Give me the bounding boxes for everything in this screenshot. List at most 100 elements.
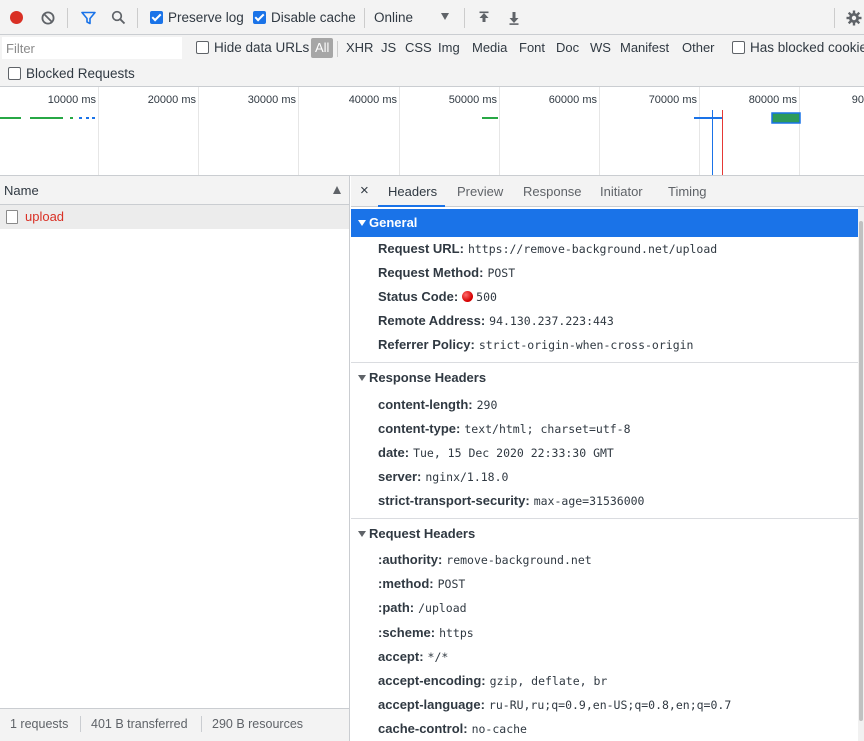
header-row: :authority: remove-background.net bbox=[378, 550, 592, 570]
header-name: Request URL: bbox=[378, 241, 464, 256]
tab-headers[interactable]: Headers bbox=[388, 176, 437, 207]
hide-data-urls-check-icon bbox=[196, 41, 209, 54]
tab-response[interactable]: Response bbox=[523, 176, 582, 207]
filter-toggle-button[interactable] bbox=[76, 0, 100, 35]
blocked-requests-label: Blocked Requests bbox=[26, 65, 135, 81]
header-value: remove-background.net bbox=[446, 553, 592, 567]
filter-separator bbox=[337, 41, 338, 57]
record-button[interactable] bbox=[4, 0, 28, 35]
request-count: 1 requests bbox=[10, 717, 69, 731]
header-row: content-length: 290 bbox=[378, 395, 497, 415]
header-value: */* bbox=[427, 650, 449, 664]
header-value: POST bbox=[487, 266, 516, 280]
timeline-overview[interactable]: 10000 ms 20000 ms 30000 ms 40000 ms 5000… bbox=[0, 87, 864, 176]
request-list-header: Name bbox=[0, 176, 349, 205]
close-details-icon[interactable]: × bbox=[360, 176, 369, 206]
header-name: strict-transport-security: bbox=[378, 493, 530, 508]
header-value: /upload bbox=[418, 601, 467, 615]
blocked-requests-checkbox[interactable]: Blocked Requests bbox=[8, 56, 135, 90]
toolbar-separator bbox=[464, 8, 465, 28]
request-headers-section-header[interactable]: Request Headers bbox=[351, 520, 858, 548]
hide-data-urls-label: Hide data URLs bbox=[214, 40, 310, 55]
tab-initiator[interactable]: Initiator bbox=[600, 176, 643, 207]
timeline-tick-label: 60000 ms bbox=[549, 94, 598, 106]
export-har-button[interactable] bbox=[502, 0, 526, 35]
header-row: :scheme: https bbox=[378, 623, 474, 643]
sort-ascending-icon[interactable] bbox=[333, 186, 341, 194]
has-blocked-cookies-checkbox[interactable]: Has blocked cookies bbox=[732, 30, 864, 65]
filter-type-ws[interactable]: WS bbox=[590, 39, 611, 57]
details-tab-strip: × Headers Preview Response Initiator Tim… bbox=[351, 176, 864, 207]
disable-cache-label: Disable cache bbox=[271, 10, 356, 25]
header-name: Referrer Policy: bbox=[378, 337, 475, 352]
timeline-tick-label: 70000 ms bbox=[649, 94, 698, 106]
header-row: strict-transport-security: max-age=315360… bbox=[378, 491, 644, 511]
request-name: upload bbox=[25, 209, 65, 224]
details-scrollbar[interactable] bbox=[858, 207, 864, 741]
header-row: Status Code: 500 bbox=[378, 287, 497, 307]
filter-type-img[interactable]: Img bbox=[438, 39, 460, 57]
status-separator bbox=[201, 716, 202, 732]
filter-bar: Hide data URLs All XHR JS CSS Img Media … bbox=[0, 35, 864, 87]
header-name: Status Code: bbox=[378, 289, 459, 304]
timeline-tick-label: 80000 ms bbox=[749, 94, 798, 106]
filter-type-media[interactable]: Media bbox=[472, 39, 507, 57]
filter-type-css[interactable]: CSS bbox=[405, 39, 432, 57]
response-headers-section-header[interactable]: Response Headers bbox=[351, 364, 858, 392]
filter-type-manifest[interactable]: Manifest bbox=[620, 39, 669, 57]
tab-timing[interactable]: Timing bbox=[668, 176, 707, 207]
record-icon bbox=[9, 11, 23, 24]
timeline-overview-graph: 10000 ms 20000 ms 30000 ms 40000 ms 5000… bbox=[0, 87, 864, 175]
toolbar-separator bbox=[834, 8, 835, 28]
header-row: cache-control: no-cache bbox=[378, 719, 527, 739]
header-row: accept: */* bbox=[378, 647, 448, 667]
filter-type-font[interactable]: Font bbox=[519, 39, 545, 57]
import-har-button[interactable] bbox=[472, 0, 496, 35]
general-section-title: General bbox=[369, 215, 418, 230]
transferred-size: 401 B transferred bbox=[91, 717, 188, 731]
search-button[interactable] bbox=[106, 0, 130, 35]
header-name: :scheme: bbox=[378, 625, 436, 640]
throttling-select[interactable]: Online bbox=[374, 0, 456, 35]
header-row: server: nginx/1.18.0 bbox=[378, 467, 508, 487]
filter-type-xhr[interactable]: XHR bbox=[346, 39, 373, 57]
active-tab-indicator bbox=[378, 205, 445, 207]
expand-triangle-icon bbox=[358, 375, 366, 381]
header-value: 290 bbox=[476, 398, 498, 412]
filter-type-all[interactable]: All bbox=[311, 38, 334, 58]
details-scrollbar-thumb[interactable] bbox=[859, 221, 863, 721]
timeline-tick-label: 50000 ms bbox=[449, 94, 498, 106]
tab-preview[interactable]: Preview bbox=[457, 176, 503, 207]
section-divider bbox=[351, 518, 858, 519]
section-divider bbox=[351, 362, 858, 363]
upload-arrow-icon bbox=[479, 11, 489, 22]
header-value: ru-RU,ru;q=0.9,en-US;q=0.8,en;q=0.7 bbox=[488, 698, 732, 712]
filter-type-other[interactable]: Other bbox=[682, 39, 715, 57]
timeline-tick-label: 40000 ms bbox=[349, 94, 398, 106]
hide-data-urls-checkbox[interactable]: Hide data URLs bbox=[196, 30, 309, 65]
header-row: date: Tue, 15 Dec 2020 22:33:30 GMT bbox=[378, 443, 614, 463]
request-details-panel: × Headers Preview Response Initiator Tim… bbox=[351, 176, 864, 741]
timeline-tick-label: 10000 ms bbox=[48, 94, 97, 106]
request-list: Name upload bbox=[0, 176, 350, 708]
request-row[interactable]: upload bbox=[0, 205, 349, 229]
general-section-header[interactable]: General bbox=[351, 209, 858, 237]
timeline-tick-label: 20000 ms bbox=[148, 94, 197, 106]
header-value: Tue, 15 Dec 2020 22:33:30 GMT bbox=[413, 446, 614, 460]
header-name: date: bbox=[378, 445, 410, 460]
header-row: Remote Address: 94.130.237.223:443 bbox=[378, 311, 614, 331]
search-icon bbox=[111, 10, 125, 25]
name-column-header[interactable]: Name bbox=[4, 176, 39, 205]
filter-type-doc[interactable]: Doc bbox=[556, 39, 579, 57]
header-name: cache-control: bbox=[378, 721, 468, 736]
toolbar-separator bbox=[364, 8, 365, 28]
document-file-icon bbox=[6, 210, 18, 224]
header-value: https bbox=[439, 626, 474, 640]
clear-button[interactable] bbox=[36, 0, 60, 35]
header-value: https://remove-background.net/upload bbox=[467, 242, 718, 256]
header-name: Request Method: bbox=[378, 265, 484, 280]
header-value: strict-origin-when-cross-origin bbox=[478, 338, 694, 352]
header-name: :authority: bbox=[378, 552, 443, 567]
filter-type-js[interactable]: JS bbox=[381, 39, 396, 57]
header-value: text/html; charset=utf-8 bbox=[464, 422, 631, 436]
